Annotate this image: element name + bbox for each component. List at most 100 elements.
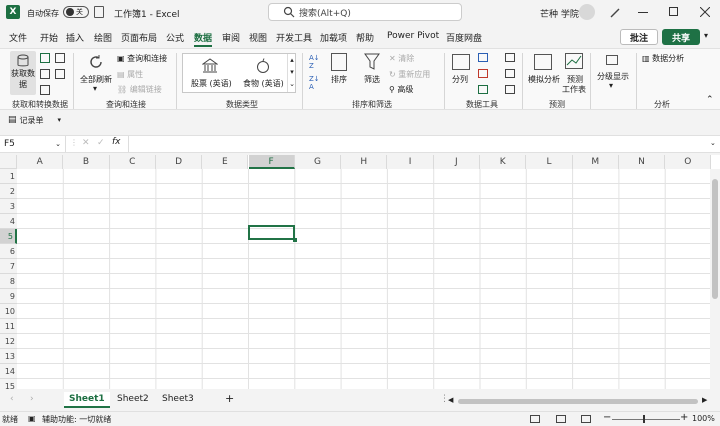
row-header-12[interactable]: 12 [0, 334, 17, 349]
name-box-chevron-down-icon[interactable]: ⌄ [55, 136, 61, 152]
horizontal-scrollbar[interactable] [458, 399, 698, 404]
row-header-11[interactable]: 11 [0, 319, 17, 334]
column-header-h[interactable]: H [341, 155, 388, 169]
remove-duplicates-icon[interactable] [478, 69, 488, 78]
get-data-button[interactable]: 获取数 据 [10, 51, 36, 95]
tab-insert[interactable]: 插入 [66, 31, 84, 44]
tab-page-layout[interactable]: 页面布局 [121, 31, 157, 44]
row-header-13[interactable]: 13 [0, 349, 17, 364]
from-web-icon[interactable] [55, 53, 65, 63]
flash-fill-icon[interactable] [478, 53, 488, 62]
row-header-7[interactable]: 7 [0, 259, 17, 274]
column-header-b[interactable]: B [63, 155, 110, 169]
tab-review[interactable]: 审阅 [222, 31, 240, 44]
pen-icon[interactable] [609, 7, 621, 19]
name-box[interactable]: F5 ⌄ [0, 136, 66, 152]
tab-power-pivot[interactable]: Power Pivot [387, 31, 439, 41]
tab-view[interactable]: 视图 [249, 31, 267, 44]
normal-view-icon[interactable] [530, 415, 540, 423]
page-layout-view-icon[interactable] [556, 415, 566, 423]
collapse-ribbon-icon[interactable]: ⌃ [706, 95, 714, 105]
active-cell[interactable] [248, 225, 295, 240]
close-icon[interactable] [700, 7, 710, 17]
column-header-i[interactable]: I [387, 155, 434, 169]
relationships-icon[interactable] [505, 69, 515, 78]
row-header-10[interactable]: 10 [0, 304, 17, 319]
column-header-o[interactable]: O [665, 155, 712, 169]
prev-sheet-icon[interactable]: ‹ [10, 394, 14, 404]
share-button[interactable]: 共享 [662, 29, 700, 45]
what-if-button[interactable]: 模拟分析 [528, 74, 560, 85]
gallery-scroll[interactable]: ▴ ▾ ⌄ [287, 54, 296, 92]
scroll-right-icon[interactable]: ▶ [702, 396, 707, 404]
refresh-chevron-down-icon[interactable]: ▾ [93, 84, 97, 93]
select-all-corner[interactable] [0, 155, 17, 169]
row-header-1[interactable]: 1 [0, 169, 17, 184]
column-header-a[interactable]: A [17, 155, 64, 169]
zoom-out-button[interactable]: − [603, 412, 611, 423]
tab-file[interactable]: 文件 [9, 31, 27, 44]
recent-sources-icon[interactable] [55, 69, 65, 79]
fill-handle[interactable] [293, 238, 297, 242]
row-header-8[interactable]: 8 [0, 274, 17, 289]
record-form-button[interactable]: 记录单 [20, 115, 44, 126]
zoom-slider-thumb[interactable] [643, 415, 645, 423]
sheet-tab-sheet1[interactable]: Sheet1 [64, 392, 110, 408]
formula-input[interactable] [128, 136, 708, 152]
row-header-2[interactable]: 2 [0, 184, 17, 199]
filter-button[interactable]: 筛选 [364, 74, 380, 85]
share-chevron-down-icon[interactable]: ▾ [704, 31, 708, 40]
column-header-f[interactable]: F [248, 155, 295, 169]
advanced-button[interactable]: ⚲ 高级 [389, 84, 413, 95]
save-icon[interactable] [94, 6, 104, 18]
sort-descending-icon[interactable]: Z↓ A [309, 75, 320, 91]
worksheet-grid[interactable]: ABCDEFGHIJKLMNO 12345678910111213141516 [0, 155, 720, 409]
search-box[interactable]: 搜索(Alt+Q) [268, 3, 462, 21]
minimize-icon[interactable] [638, 12, 648, 13]
data-validation-icon[interactable] [478, 85, 488, 94]
column-header-d[interactable]: D [155, 155, 203, 169]
scroll-left-icon[interactable]: ◀ [448, 396, 453, 404]
from-text-icon[interactable] [40, 53, 50, 63]
insert-function-button[interactable]: fx [112, 137, 121, 147]
column-header-n[interactable]: N [618, 155, 666, 169]
tab-baidu-netdisk[interactable]: 百度网盘 [446, 31, 482, 44]
text-to-columns-button[interactable]: 分列 [452, 74, 468, 85]
food-button[interactable]: 食物 (英语) [243, 78, 284, 89]
row-header-3[interactable]: 3 [0, 199, 17, 214]
row-header-5[interactable]: 5 [0, 229, 17, 244]
column-header-c[interactable]: C [109, 155, 156, 169]
row-header-4[interactable]: 4 [0, 214, 17, 229]
avatar[interactable] [579, 4, 595, 20]
maximize-icon[interactable] [669, 7, 678, 16]
row-header-9[interactable]: 9 [0, 289, 17, 304]
zoom-level[interactable]: 100% [692, 414, 715, 423]
column-header-j[interactable]: J [433, 155, 480, 169]
tab-help[interactable]: 帮助 [356, 31, 374, 44]
manage-data-model-icon[interactable] [505, 85, 515, 94]
column-header-g[interactable]: G [294, 155, 342, 169]
zoom-slider[interactable] [612, 419, 680, 420]
from-table-icon[interactable] [40, 69, 50, 79]
existing-connections-icon[interactable] [40, 85, 50, 95]
zoom-in-button[interactable]: + [680, 412, 688, 423]
sheet-tab-sheet2[interactable]: Sheet2 [117, 394, 149, 404]
tab-data[interactable]: 数据 [194, 31, 213, 47]
sort-button[interactable]: 排序 [331, 74, 347, 85]
expand-formula-bar-icon[interactable]: ⌄ [710, 139, 716, 147]
sort-ascending-icon[interactable]: A↓ Z [309, 54, 320, 70]
tab-developer[interactable]: 开发工具 [276, 31, 312, 44]
accessibility-status[interactable]: 辅助功能: 一切就绪 [42, 414, 111, 425]
tab-draw[interactable]: 绘图 [94, 31, 112, 44]
row-header-6[interactable]: 6 [0, 244, 17, 259]
next-sheet-icon[interactable]: › [30, 394, 34, 404]
column-header-k[interactable]: K [480, 155, 527, 169]
queries-connections-button[interactable]: ▣ 查询和连接 [117, 53, 167, 64]
tab-home[interactable]: 开始 [40, 31, 58, 44]
vertical-scrollbar[interactable] [710, 169, 720, 389]
tab-add-ins[interactable]: 加载项 [320, 31, 347, 44]
vertical-scroll-thumb[interactable] [712, 179, 718, 299]
stocks-button[interactable]: 股票 (英语) [191, 78, 232, 89]
page-break-view-icon[interactable] [581, 415, 591, 423]
add-sheet-button[interactable]: + [225, 392, 234, 405]
